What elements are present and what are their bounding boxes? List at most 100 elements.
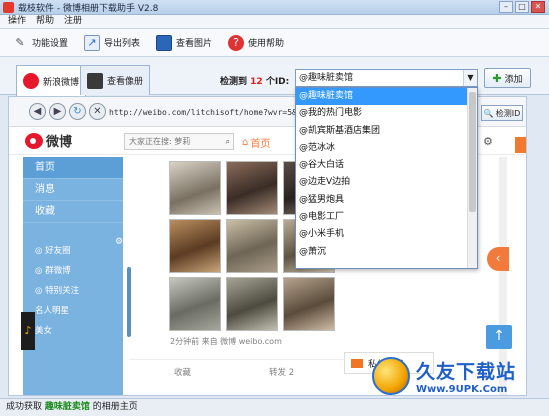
settings-button[interactable]: ✎ 功能设置: [12, 35, 68, 51]
weibo-home-label: 首页: [250, 139, 271, 150]
id-select-value: @趣味脏卖馆: [299, 73, 354, 83]
photo-thumbnail[interactable]: [226, 219, 278, 273]
dropdown-option[interactable]: @猛男炮具: [296, 192, 477, 209]
toolbar: ✎ 功能设置 ↗ 导出列表 查看图片 ? 使用帮助: [0, 29, 549, 57]
window-controls: – □ ✕: [499, 1, 545, 13]
detect-count: 12: [250, 77, 263, 87]
dropdown-option[interactable]: @谷大白话: [296, 157, 477, 174]
weibo-home-link[interactable]: ⌂ 首页: [242, 135, 270, 150]
menu-register[interactable]: 注册: [64, 15, 82, 28]
envelope-icon: [351, 358, 363, 368]
chevron-down-icon[interactable]: ▼: [463, 70, 477, 86]
photo-thumbnail[interactable]: [169, 161, 221, 215]
repost-action[interactable]: 转发 2: [269, 366, 294, 378]
detect-id-label: 检测ID: [495, 108, 521, 118]
site-watermark: 久友下载站 Www.9UPK.Com: [372, 352, 546, 400]
detect-suffix: 个ID:: [265, 77, 290, 87]
dropdown-option[interactable]: @我的热门电影: [296, 105, 477, 122]
export-icon: ↗: [84, 34, 101, 51]
photo-thumbnail[interactable]: [283, 277, 335, 331]
detect-summary: 检测到 12 个ID:: [220, 74, 289, 87]
tab-view-album-label: 查看像册: [107, 77, 144, 87]
sidebar-item-groups[interactable]: ◎ 群微博: [23, 261, 123, 281]
back-to-top-icon[interactable]: ↑: [486, 325, 512, 349]
status-name: 趣味脏卖馆: [44, 402, 90, 412]
menu-operate[interactable]: 操作: [8, 15, 26, 28]
detect-prefix: 检测到: [220, 77, 248, 87]
sidebar-gear-icon[interactable]: ⚙: [115, 237, 123, 247]
address-bar[interactable]: http://weibo.com/litchisoft/home?wvr=5&l…: [109, 108, 326, 117]
weibo-side-tab[interactable]: [515, 137, 526, 153]
stop-icon[interactable]: ✕: [89, 103, 106, 120]
sidebar-item-home[interactable]: 首页: [23, 157, 123, 179]
sidebar-item-favorites[interactable]: 收藏: [23, 201, 123, 223]
photo-thumbnail[interactable]: [226, 161, 278, 215]
sidebar-scrollbar[interactable]: [127, 267, 131, 337]
dropdown-option[interactable]: @凯宾斯基酒店集团: [296, 123, 477, 140]
dropdown-option[interactable]: @边走V边拍: [296, 174, 477, 191]
export-list-button[interactable]: ↗ 导出列表: [84, 34, 141, 51]
refresh-icon[interactable]: ↻: [69, 103, 86, 120]
help-button[interactable]: ? 使用帮助: [228, 34, 285, 51]
music-icon[interactable]: ♪: [21, 312, 35, 350]
dropdown-option[interactable]: @趣味脏卖馆: [296, 88, 477, 106]
tab-view-album[interactable]: 查看像册: [80, 65, 151, 95]
dropdown-option[interactable]: @电影工厂: [296, 209, 477, 226]
sidebar-item-special[interactable]: ◎ 特别关注: [23, 281, 123, 301]
window-title: 载枝软件 - 微博相册下载助手 V2.8: [18, 4, 159, 14]
photo-thumbnail[interactable]: [226, 277, 278, 331]
weibo-search-input[interactable]: 大家正在搜: 萝莉 ⌕: [124, 133, 234, 150]
side-arrow-icon[interactable]: ‹: [487, 247, 509, 271]
back-arrow-icon[interactable]: ◀: [29, 103, 46, 120]
status-suffix: 的相册主页: [92, 402, 138, 412]
maximize-button[interactable]: □: [515, 1, 529, 13]
dropdown-option[interactable]: @小米手机: [296, 226, 477, 243]
sidebar-item-beauty[interactable]: 美女: [23, 321, 123, 341]
minimize-button[interactable]: –: [499, 1, 513, 13]
close-button[interactable]: ✕: [531, 1, 545, 13]
detect-id-button[interactable]: 🔍 检测ID: [481, 105, 523, 121]
photo-thumbnail[interactable]: [169, 219, 221, 273]
help-icon: ?: [228, 34, 245, 51]
dropdown-option[interactable]: @范冰冰: [296, 140, 477, 157]
photo-thumbnail[interactable]: [169, 277, 221, 331]
weibo-logo-text: 微博: [46, 135, 73, 150]
weibo-search-placeholder: 大家正在搜: 萝莉: [129, 137, 191, 146]
app-icon: [3, 2, 14, 13]
magnifier-icon: 🔍: [483, 108, 494, 118]
id-select[interactable]: @趣味脏卖馆 ▼: [295, 69, 478, 87]
watermark-logo-icon: [372, 357, 410, 395]
dropdown-scroll-thumb[interactable]: [469, 92, 476, 212]
view-label: 查看图片: [176, 39, 213, 49]
image-icon: [156, 34, 173, 51]
view-pictures-button[interactable]: 查看图片: [156, 34, 213, 51]
weibo-logo[interactable]: 微博: [25, 131, 72, 150]
add-button[interactable]: ✚ 添加: [484, 68, 531, 88]
search-icon[interactable]: ⌕: [226, 134, 230, 149]
post-actions: 收藏 转发 2: [129, 359, 379, 379]
menu-bar: 操作 帮助 注册: [0, 15, 549, 29]
help-label: 使用帮助: [248, 39, 285, 49]
tab-sina-weibo[interactable]: 新浪微博: [16, 65, 87, 96]
weibo-icon: [23, 73, 39, 89]
watermark-title: 久友下载站: [416, 361, 517, 383]
weibo-sidebar: 首页 消息 收藏 ⚙ ◎ 好友圈 ◎ 群微博 ◎ 特别关注 名人明星 美女: [23, 157, 131, 395]
favorite-action[interactable]: 收藏: [174, 366, 191, 378]
gear-icon[interactable]: ⚙: [483, 135, 493, 148]
id-dropdown-list: @趣味脏卖馆 @我的热门电影 @凯宾斯基酒店集团 @范冰冰 @谷大白话 @边走V…: [295, 87, 478, 269]
sidebar-item-celebs[interactable]: 名人明星: [23, 301, 123, 321]
status-bar: 成功获取 趣味脏卖馆 的相册主页: [0, 398, 549, 416]
sidebar-item-friends[interactable]: ◎ 好友圈: [23, 241, 123, 261]
export-label: 导出列表: [104, 39, 141, 49]
settings-label: 功能设置: [32, 39, 69, 49]
dropdown-scrollbar[interactable]: [467, 88, 477, 268]
home-icon: ⌂: [242, 137, 249, 148]
forward-arrow-icon[interactable]: ▶: [49, 103, 66, 120]
watermark-url: Www.9UPK.Com: [416, 384, 508, 395]
add-label: 添加: [504, 74, 523, 85]
menu-help[interactable]: 帮助: [36, 15, 54, 28]
status-prefix: 成功获取: [6, 402, 43, 412]
sidebar-item-messages[interactable]: 消息: [23, 179, 123, 201]
weibo-eye-icon: [25, 132, 43, 149]
dropdown-option[interactable]: @萧沉: [296, 244, 477, 261]
